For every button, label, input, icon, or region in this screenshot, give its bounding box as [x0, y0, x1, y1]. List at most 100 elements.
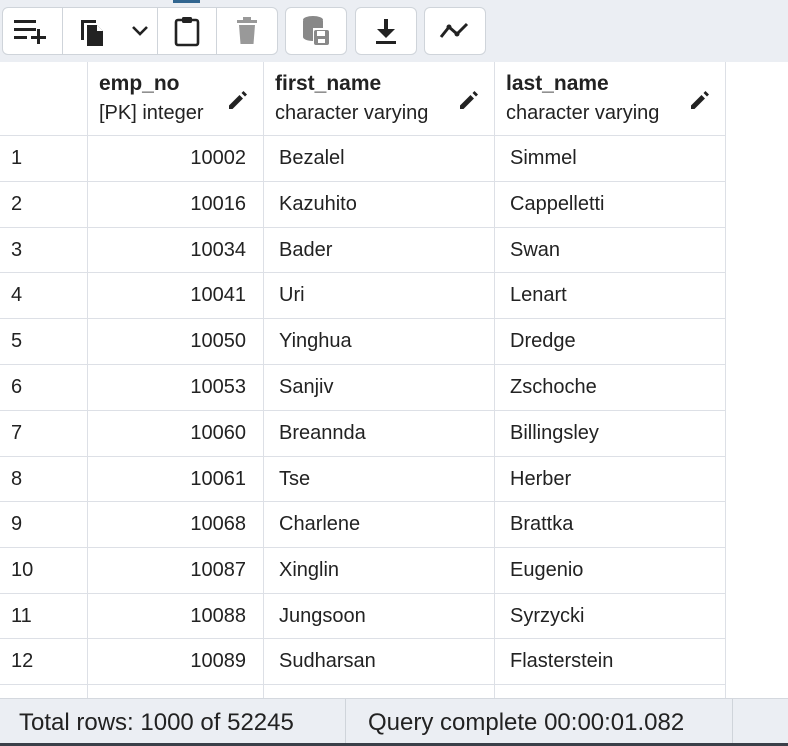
first-name-cell[interactable]: Tse [264, 457, 495, 502]
status-bar: Total rows: 1000 of 52245 Query complete… [0, 698, 788, 746]
first-name-cell[interactable]: Bader [264, 228, 495, 273]
row-number-cell: 4 [0, 273, 88, 319]
last-name-cell[interactable]: Herber [495, 457, 726, 502]
emp-no-cell[interactable]: 10053 [88, 365, 264, 411]
row-number-cell: 8 [0, 457, 88, 502]
table-row[interactable]: 5 10050 Yinghua Dredge [0, 319, 726, 365]
emp-no-cell[interactable]: 10002 [88, 136, 264, 182]
table-row[interactable]: 7 10060 Breannda Billingsley [0, 411, 726, 457]
row-number-cell: 11 [0, 594, 88, 639]
paste-button[interactable] [158, 8, 218, 54]
table-row[interactable]: 3 10034 Bader Swan [0, 228, 726, 273]
download-button[interactable] [356, 8, 416, 54]
first-name-cell[interactable]: Jungsoon [264, 594, 495, 639]
last-name-cell[interactable]: Swan [495, 228, 726, 273]
emp-no-cell[interactable] [88, 685, 264, 698]
last-name-cell[interactable]: Dredge [495, 319, 726, 365]
column-type: [PK] integer [99, 102, 204, 124]
table-row[interactable]: 1 10002 Bezalel Simmel [0, 136, 726, 182]
emp-no-cell[interactable]: 10061 [88, 457, 264, 502]
add-row-button[interactable] [3, 8, 63, 54]
data-grid-toolbar [0, 0, 788, 62]
column-header-emp-no[interactable]: emp_no [PK] integer [88, 62, 264, 136]
query-status-label: Query complete 00:00:01.082 [346, 699, 733, 746]
data-output-grid: emp_no [PK] integer first_name character… [0, 62, 788, 698]
total-rows-label: Total rows: 1000 of 52245 [0, 699, 346, 746]
last-name-cell[interactable]: Eugenio [495, 548, 726, 594]
table-row[interactable]: 6 10053 Sanjiv Zschoche [0, 365, 726, 411]
table-row[interactable]: 4 10041 Uri Lenart [0, 273, 726, 319]
column-name: last_name [506, 72, 609, 95]
copy-icon [78, 15, 106, 47]
first-name-cell[interactable]: Sudharsan [264, 639, 495, 685]
graph-visualiser-button[interactable] [425, 8, 485, 54]
column-header-last-name[interactable]: last_name character varying [495, 62, 726, 136]
last-name-cell[interactable]: Lenart [495, 273, 726, 319]
pencil-icon[interactable] [689, 89, 711, 116]
row-number-cell [0, 685, 88, 698]
emp-no-cell[interactable]: 10088 [88, 594, 264, 639]
row-number-cell: 9 [0, 502, 88, 548]
save-data-icon [301, 15, 331, 47]
emp-no-cell[interactable]: 10034 [88, 228, 264, 273]
table-row[interactable]: 12 10089 Sudharsan Flasterstein [0, 639, 726, 685]
copy-button[interactable] [63, 8, 123, 54]
table-row[interactable]: 10 10087 Xinglin Eugenio [0, 548, 726, 594]
first-name-cell[interactable]: Yinghua [264, 319, 495, 365]
save-button-group [285, 7, 347, 55]
row-number-header [0, 62, 88, 136]
first-name-cell[interactable]: Breannda [264, 411, 495, 457]
table-row[interactable]: 2 10016 Kazuhito Cappelletti [0, 182, 726, 228]
first-name-cell[interactable]: Charlene [264, 502, 495, 548]
last-name-cell[interactable]: Syrzycki [495, 594, 726, 639]
pencil-icon[interactable] [227, 89, 249, 116]
first-name-cell[interactable]: Kazuhito [264, 182, 495, 228]
add-row-icon [14, 18, 50, 44]
download-icon [374, 17, 398, 45]
first-name-cell[interactable]: Bezalel [264, 136, 495, 182]
last-name-cell[interactable]: Billingsley [495, 411, 726, 457]
last-name-cell[interactable]: Zschoche [495, 365, 726, 411]
emp-no-cell[interactable]: 10050 [88, 319, 264, 365]
last-name-cell[interactable] [495, 685, 726, 698]
delete-icon [235, 16, 259, 46]
chevron-down-icon [131, 25, 149, 37]
pencil-icon[interactable] [458, 89, 480, 116]
copy-options-dropdown[interactable] [122, 8, 158, 54]
emp-no-cell[interactable]: 10060 [88, 411, 264, 457]
first-name-cell[interactable] [264, 685, 495, 698]
first-name-cell[interactable]: Uri [264, 273, 495, 319]
emp-no-cell[interactable]: 10068 [88, 502, 264, 548]
last-name-cell[interactable]: Brattka [495, 502, 726, 548]
table-row-partial[interactable] [0, 685, 726, 698]
column-header-first-name[interactable]: first_name character varying [264, 62, 495, 136]
emp-no-cell[interactable]: 10016 [88, 182, 264, 228]
first-name-cell[interactable]: Sanjiv [264, 365, 495, 411]
column-name: emp_no [99, 72, 180, 95]
graph-visualiser-icon [439, 21, 471, 41]
save-data-button[interactable] [286, 8, 346, 54]
delete-button[interactable] [217, 8, 277, 54]
paste-icon [173, 15, 201, 47]
last-name-cell[interactable]: Cappelletti [495, 182, 726, 228]
table-row[interactable]: 11 10088 Jungsoon Syrzycki [0, 594, 726, 639]
emp-no-cell[interactable]: 10087 [88, 548, 264, 594]
last-name-cell[interactable]: Flasterstein [495, 639, 726, 685]
row-number-cell: 1 [0, 136, 88, 182]
active-tab-indicator [173, 0, 200, 3]
row-number-cell: 2 [0, 182, 88, 228]
edit-button-group [2, 7, 278, 55]
table-row[interactable]: 8 10061 Tse Herber [0, 457, 726, 502]
last-name-cell[interactable]: Simmel [495, 136, 726, 182]
row-number-cell: 3 [0, 228, 88, 273]
row-number-cell: 7 [0, 411, 88, 457]
graph-button-group [424, 7, 486, 55]
emp-no-cell[interactable]: 10089 [88, 639, 264, 685]
column-type: character varying [506, 102, 660, 124]
row-number-cell: 5 [0, 319, 88, 365]
first-name-cell[interactable]: Xinglin [264, 548, 495, 594]
download-button-group [355, 7, 417, 55]
emp-no-cell[interactable]: 10041 [88, 273, 264, 319]
table-row[interactable]: 9 10068 Charlene Brattka [0, 502, 726, 548]
column-name: first_name [275, 72, 382, 95]
